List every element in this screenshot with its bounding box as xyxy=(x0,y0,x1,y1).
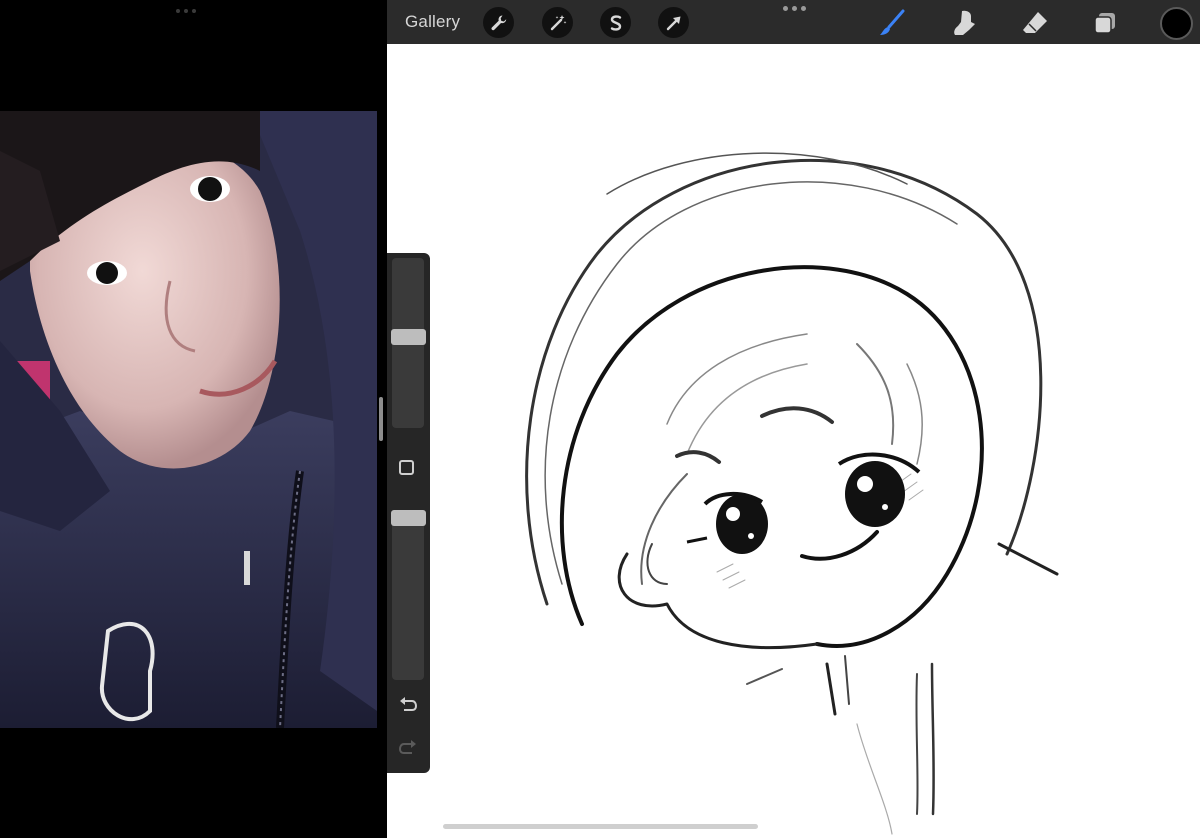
modify-button[interactable] xyxy=(399,460,414,475)
eraser-icon[interactable] xyxy=(1020,8,1050,38)
brush-icon[interactable] xyxy=(877,8,907,38)
color-picker-swatch[interactable] xyxy=(1160,7,1193,40)
selection-s-icon[interactable] xyxy=(600,7,631,38)
reference-photo xyxy=(0,111,377,728)
top-toolbar: Gallery xyxy=(387,0,1200,44)
smudge-icon[interactable] xyxy=(949,8,979,38)
sketch-drawing xyxy=(525,152,1059,835)
wrench-icon[interactable] xyxy=(483,7,514,38)
layers-icon[interactable] xyxy=(1090,8,1120,38)
undo-icon[interactable] xyxy=(397,694,419,716)
sketch-eyes xyxy=(686,452,921,554)
transform-arrow-icon[interactable] xyxy=(658,7,689,38)
procreate-app: Gallery xyxy=(387,0,1200,838)
drawing-canvas[interactable] xyxy=(387,44,1200,838)
opacity-slider[interactable] xyxy=(392,510,424,680)
reference-pane xyxy=(0,0,387,838)
magic-wand-icon[interactable] xyxy=(542,7,573,38)
opacity-thumb[interactable] xyxy=(391,510,426,526)
split-divider-handle[interactable] xyxy=(379,397,383,441)
horizontal-scroll-indicator[interactable] xyxy=(443,824,758,829)
brush-sidebar xyxy=(387,253,430,773)
brush-size-thumb[interactable] xyxy=(391,329,426,345)
gallery-button[interactable]: Gallery xyxy=(405,12,460,32)
split-view-handle[interactable] xyxy=(176,9,196,13)
redo-icon[interactable] xyxy=(397,737,419,759)
actions-more-icon[interactable] xyxy=(783,6,806,11)
